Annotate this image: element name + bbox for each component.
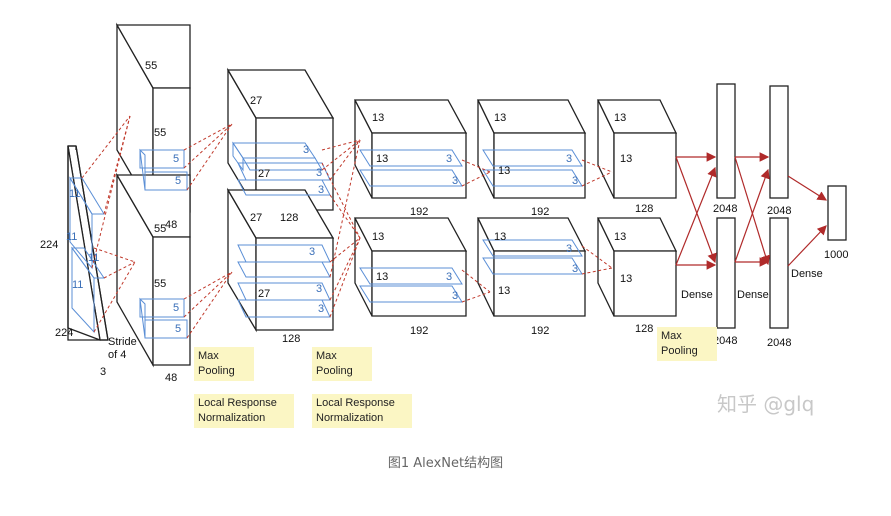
conv3-top-label-b: 13 (376, 153, 388, 165)
conv4-kernel-1: 3 (566, 153, 572, 165)
conv4-bot-label-b: 13 (498, 285, 510, 297)
input-size-label: 224 (40, 239, 58, 251)
conv5-top-label-a: 13 (614, 112, 626, 124)
pool1-note: Max Pooling (194, 347, 254, 381)
dense-label-3: Dense (791, 268, 823, 280)
conv2-kernel-1: 3 (303, 144, 309, 156)
conv2-kernel-3: 3 (318, 184, 324, 196)
conv4-top-label-b: 13 (498, 165, 510, 177)
conv2-top-label-b: 27 (258, 168, 270, 180)
conv5-top-label-b: 13 (620, 153, 632, 165)
conv1-bot-label-b: 55 (154, 278, 166, 290)
input-side-label: 224 (55, 327, 73, 339)
alexnet-figure: 224 224 3 11 11 11 11 Stride of 4 55 55 4… (0, 0, 891, 516)
conv4-bot-label-a: 13 (494, 231, 506, 243)
fc1-bottom-bar (716, 217, 736, 329)
input-kernel-label-c: 11 (88, 252, 99, 264)
alexnet-diagram: 224 224 3 11 11 11 11 Stride of 4 55 55 4… (40, 22, 848, 384)
watermark: 知乎 @glq (717, 392, 815, 416)
conv2-kernel-6: 3 (318, 303, 324, 315)
conv3-top-depth: 192 (410, 206, 428, 218)
input-kernel-label-d: 11 (72, 279, 83, 291)
fc1-top-bar (716, 83, 736, 199)
conv3-bot-depth: 192 (410, 325, 428, 337)
conv5-top-volume (596, 99, 678, 199)
conv5-bot-depth: 128 (635, 323, 653, 335)
pool3-note: Max Pooling (657, 327, 717, 361)
lrn1-note: Local Response Normalization (194, 394, 294, 428)
fc2-bottom-bar (769, 217, 789, 329)
conv4-top-label-a: 13 (494, 112, 506, 124)
conv2-top-w: 27 (250, 212, 262, 224)
conv1-top-label-b: 55 (154, 127, 166, 139)
conv1-kernel-2: 5 (175, 175, 181, 187)
conv1-kernel-4: 5 (175, 323, 181, 335)
conv3-kernel-2: 3 (452, 175, 458, 187)
pool2-note: Max Pooling (312, 347, 372, 381)
stride-label: Stride of 4 (108, 336, 137, 361)
conv2-top-depth: 128 (280, 212, 298, 224)
conv2-kernel-2: 3 (316, 167, 322, 179)
conv4-bot-depth: 192 (531, 325, 549, 337)
conv5-top-depth: 128 (635, 203, 653, 215)
lrn2-note: Local Response Normalization (312, 394, 412, 428)
fc2-top-bar (769, 85, 789, 199)
figure-caption: 图1 AlexNet结构图 (387, 456, 504, 471)
output-label: 1000 (824, 249, 848, 261)
fc1-top-label: 2048 (713, 203, 737, 215)
dense-arrows (675, 152, 828, 270)
conv5-bot-label-a: 13 (614, 231, 626, 243)
input-kernel-label-a: 11 (69, 188, 80, 200)
fc2-bot-label: 2048 (767, 337, 791, 349)
conv1-bot-label-a: 55 (154, 223, 166, 235)
conv4-kernel-2: 3 (572, 175, 578, 187)
fc2-top-label: 2048 (767, 205, 791, 217)
conv3-bot-label-a: 13 (372, 231, 384, 243)
conv1-bot-depth: 48 (165, 372, 177, 384)
conv2-top-label-a: 27 (250, 95, 262, 107)
conv4-top-depth: 192 (531, 206, 549, 218)
conv2-kernel-5: 3 (316, 283, 322, 295)
conv1-kernel-3: 5 (173, 302, 179, 314)
conv2-bot-label-a: 27 (258, 288, 270, 300)
conv1-kernel-1: 5 (173, 153, 179, 165)
output-bar (827, 185, 847, 241)
conv3-kernel-3: 3 (446, 271, 452, 283)
input-depth-label: 3 (100, 366, 106, 378)
conv3-kernel-4: 3 (452, 290, 458, 302)
input-kernel-label-b: 11 (66, 231, 77, 243)
conv3-bot-label-b: 13 (376, 271, 388, 283)
conv2-kernel-4: 3 (309, 246, 315, 258)
dense-label-2: Dense (737, 289, 769, 301)
conv5-bottom-volume (596, 217, 678, 317)
conv4-kernel-3: 3 (566, 243, 572, 255)
conv5-bot-label-b: 13 (620, 273, 632, 285)
dense-label-1: Dense (681, 289, 713, 301)
conv1-top-label-a: 55 (145, 60, 157, 72)
conv3-top-label-a: 13 (372, 112, 384, 124)
conv4-kernel-4: 3 (572, 263, 578, 275)
conv2-bot-depth: 128 (282, 333, 300, 345)
conv3-kernel-1: 3 (446, 153, 452, 165)
conv1-top-depth: 48 (165, 219, 177, 231)
